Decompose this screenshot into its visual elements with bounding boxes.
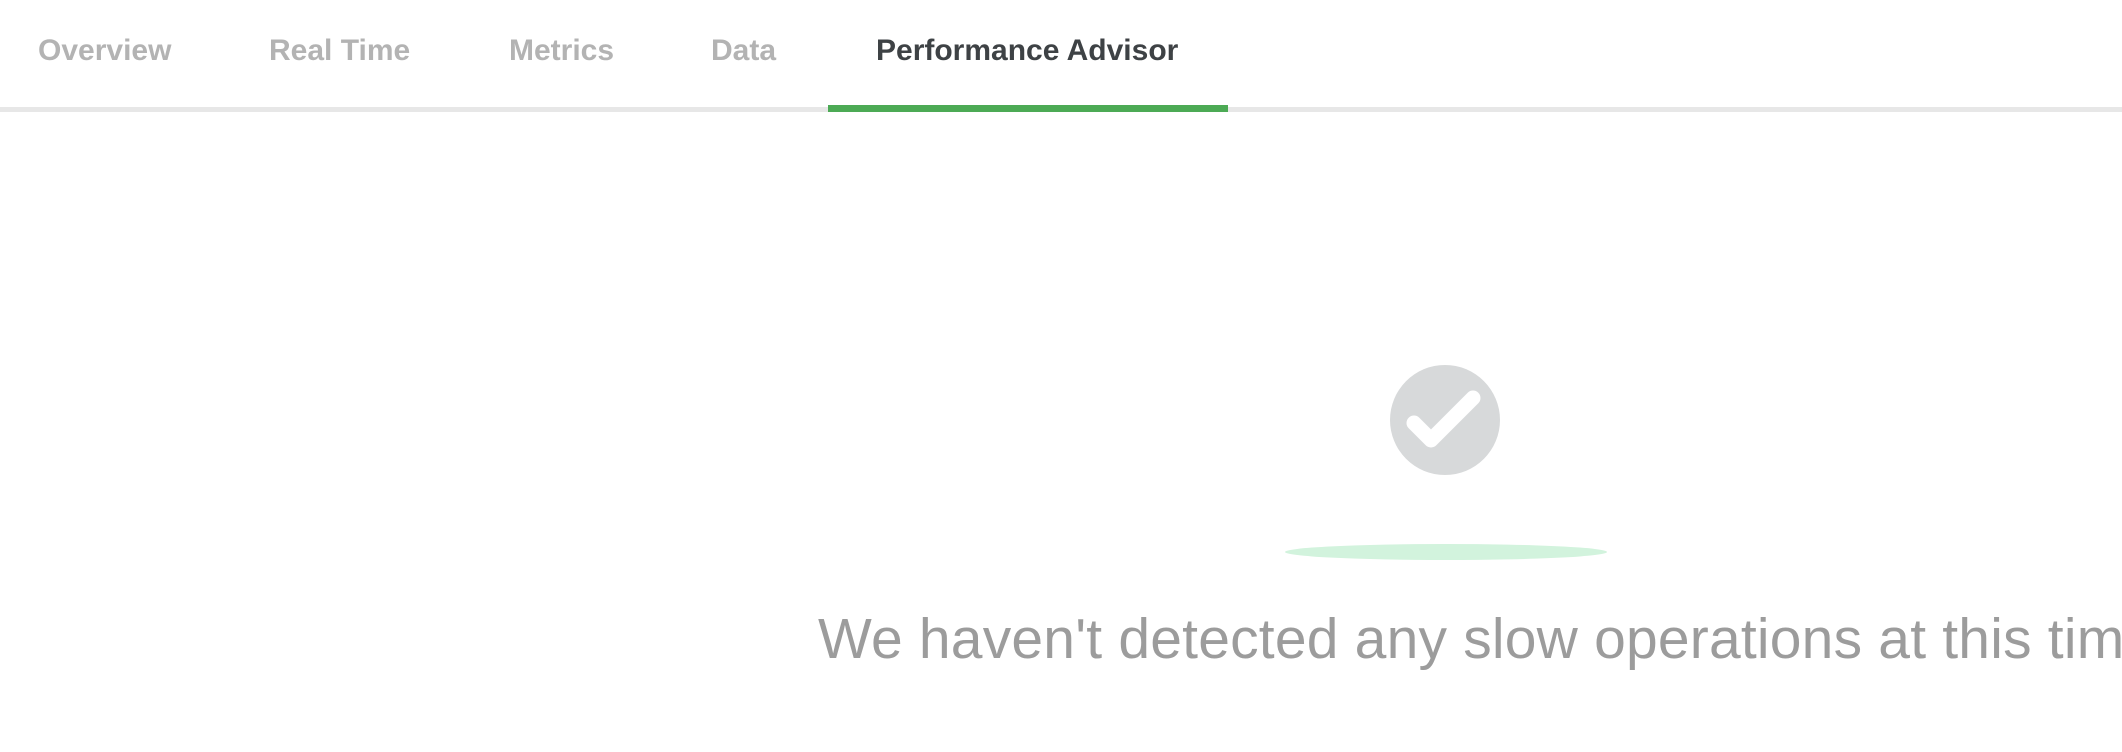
active-tab-indicator [828, 105, 1228, 112]
tab-performance-advisor-label: Performance Advisor [876, 34, 1179, 67]
tab-real-time-label: Real Time [269, 34, 411, 67]
tab-overview[interactable]: Overview [38, 0, 171, 112]
empty-state: We haven't detected any slow operations … [0, 0, 2122, 752]
tab-data-label: Data [711, 34, 777, 67]
tab-bar: Overview Real Time Metrics Data Performa… [0, 0, 2122, 112]
tab-overview-label: Overview [38, 34, 172, 67]
tab-performance-advisor[interactable]: Performance Advisor [876, 0, 1178, 112]
tab-metrics[interactable]: Metrics [509, 0, 614, 112]
checkmark-circle-icon [1390, 365, 1500, 475]
tab-metrics-label: Metrics [509, 34, 615, 67]
empty-state-message: We haven't detected any slow operations … [818, 607, 2122, 671]
icon-shadow [1285, 544, 1607, 560]
checkmark-icon [1406, 390, 1481, 448]
tab-real-time[interactable]: Real Time [269, 0, 410, 112]
tab-data[interactable]: Data [711, 0, 776, 112]
